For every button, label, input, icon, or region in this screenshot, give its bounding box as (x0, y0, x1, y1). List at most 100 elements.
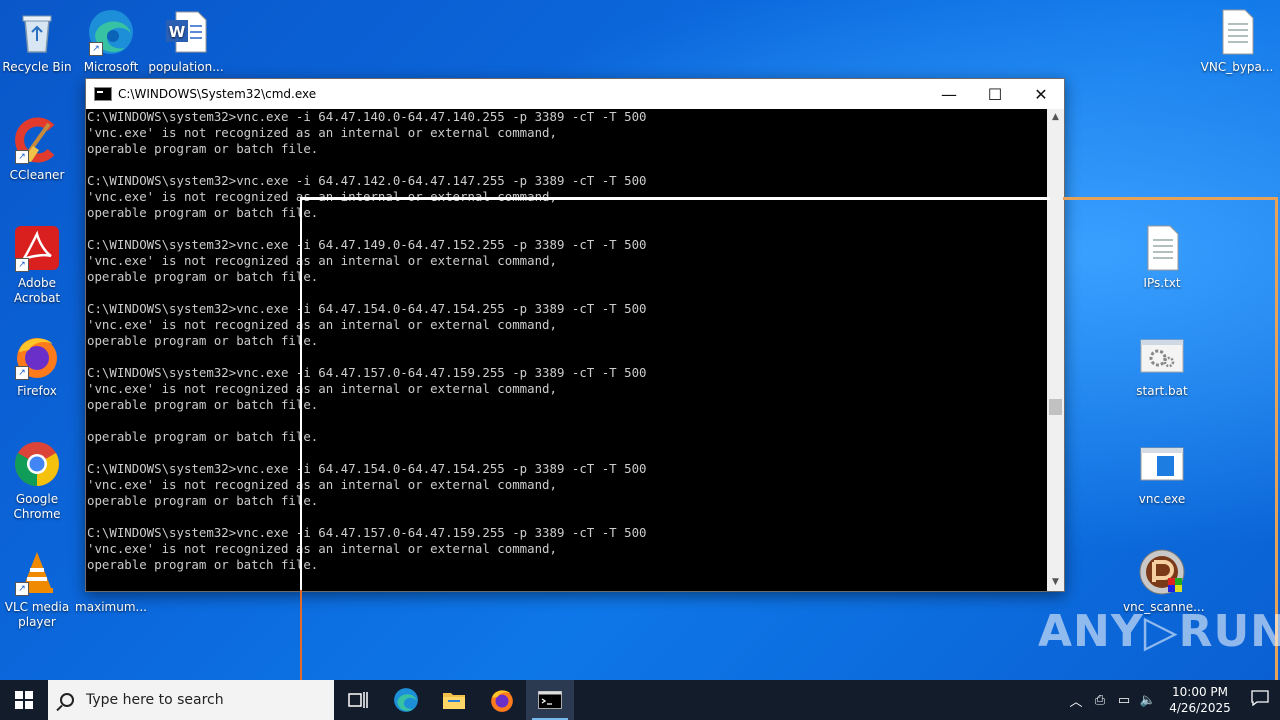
vertical-scrollbar[interactable]: ▲ ▼ (1047, 109, 1064, 591)
scanner-app-icon (1138, 548, 1186, 596)
overlay-orange-rect (300, 590, 302, 680)
desktop-icon-label: CCleaner (9, 168, 65, 182)
cmd-window[interactable]: C:\WINDOWS\System32\cmd.exe — ☐ ✕ C:\WIN… (85, 78, 1065, 592)
console-output[interactable]: C:\WINDOWS\system32>vnc.exe -i 64.47.140… (86, 109, 1048, 591)
window-title: C:\WINDOWS\System32\cmd.exe (118, 87, 317, 101)
start-button[interactable] (0, 680, 48, 720)
desktop-icon-vnc-bypass[interactable]: VNC_bypa... (1198, 8, 1276, 75)
scroll-thumb[interactable] (1049, 399, 1062, 415)
console-line: operable program or batch file. (87, 397, 319, 412)
cmd-app-icon (94, 87, 112, 101)
shortcut-arrow-icon: ↗ (15, 582, 29, 596)
exe-window-icon (1138, 440, 1186, 488)
ccleaner-icon: ↗ (13, 116, 61, 164)
windows-logo-icon (15, 691, 33, 709)
desktop-icon-vnc-exe[interactable]: vnc.exe (1123, 440, 1201, 507)
desktop-icon-edge[interactable]: ↗ Microsoft Edge (72, 8, 150, 75)
task-view-icon (348, 692, 368, 708)
desktop-icon-google-chrome[interactable]: Google Chrome (0, 440, 76, 522)
chevron-up-icon[interactable]: ︿ (1064, 691, 1088, 710)
taskbar-clock[interactable]: 10:00 PM 4/26/2025 (1160, 684, 1240, 716)
shortcut-arrow-icon: ↗ (15, 258, 29, 272)
word-doc-icon: W (162, 8, 210, 56)
console-line: 'vnc.exe' is not recognized as an intern… (87, 125, 557, 140)
scroll-down-arrow-icon[interactable]: ▼ (1047, 574, 1064, 591)
chrome-icon (13, 440, 61, 488)
desktop-icon-population-doc[interactable]: W population... (147, 8, 225, 75)
desktop-icon-label: Recycle Bin (2, 60, 72, 74)
taskbar-cmd[interactable] (526, 680, 574, 720)
firefox-icon: ↗ (13, 332, 61, 380)
text-file-icon (1213, 8, 1261, 56)
taskbar-file-explorer[interactable] (430, 680, 478, 720)
desktop-icon-vlc[interactable]: ↗ VLC media player (0, 548, 76, 630)
console-line: 'vnc.exe' is not recognized as an intern… (87, 477, 557, 492)
console-line: 'vnc.exe' is not recognized as an intern… (87, 253, 557, 268)
network-monitor-icon[interactable]: ▭ (1112, 693, 1136, 708)
console-line: C:\WINDOWS\system32>vnc.exe -i 64.47.142… (87, 173, 647, 188)
minimize-button[interactable]: — (926, 79, 972, 109)
network-icon[interactable]: ⎙ (1088, 693, 1112, 708)
desktop-icon-firefox[interactable]: ↗ Firefox (0, 332, 76, 399)
console-line: 'vnc.exe' is not recognized as an intern… (87, 317, 557, 332)
maximize-button[interactable]: ☐ (972, 79, 1018, 109)
console-line: C:\WINDOWS\system32>vnc.exe -i 64.47.154… (87, 461, 647, 476)
edge-icon: ↗ (87, 8, 135, 56)
console-line: 'vnc.exe' is not recognized as an intern… (87, 381, 557, 396)
clock-date: 4/26/2025 (1169, 701, 1231, 715)
desktop-icon-recycle-bin[interactable]: Recycle Bin (0, 8, 76, 75)
desktop-icon-ccleaner[interactable]: ↗ CCleaner (0, 116, 76, 183)
shortcut-arrow-icon: ↗ (15, 366, 29, 380)
volume-icon[interactable]: 🔈 (1136, 693, 1160, 708)
console-line: operable program or batch file. (87, 269, 319, 284)
task-view-button[interactable] (334, 680, 382, 720)
search-placeholder: Type here to search (86, 692, 224, 708)
desktop-icon-label: Microsoft Edge (83, 60, 139, 74)
scroll-up-arrow-icon[interactable]: ▲ (1047, 109, 1064, 126)
desktop-icon-label: start.bat (1136, 384, 1188, 398)
batch-file-icon (1138, 332, 1186, 380)
search-icon (60, 693, 74, 707)
console-line: 'vnc.exe' is not recognized as an intern… (87, 189, 557, 204)
notification-icon[interactable] (1240, 690, 1280, 710)
desktop-icon-ips-txt[interactable]: IPs.txt (1123, 224, 1201, 291)
desktop-icon-label: Adobe Acrobat (13, 276, 61, 305)
close-button[interactable]: ✕ (1018, 79, 1064, 109)
desktop-icon-label: population... (148, 60, 224, 74)
console-line: C:\WINDOWS\system32>vnc.exe -i 64.47.140… (87, 109, 647, 124)
desktop-icon-start-bat[interactable]: start.bat (1123, 332, 1201, 399)
cmd-icon (538, 691, 562, 709)
console-line: C:\WINDOWS\system32>vnc.exe -i 64.47.149… (87, 237, 647, 252)
recycle-bin-icon (13, 8, 61, 56)
window-title-bar[interactable]: C:\WINDOWS\System32\cmd.exe — ☐ ✕ (86, 79, 1064, 109)
desktop-icon-adobe-acrobat[interactable]: ↗ Adobe Acrobat (0, 224, 76, 306)
taskbar: Type here to search ︿ ⎙ ▭ 🔈 10:00 PM 4/2… (0, 680, 1280, 720)
console-line: C:\WINDOWS\system32>vnc.exe -i 64.47.157… (87, 365, 647, 380)
clock-time: 10:00 PM (1172, 685, 1228, 699)
svg-text:W: W (169, 23, 186, 41)
shortcut-arrow-icon: ↗ (15, 150, 29, 164)
console-line: C:\WINDOWS\system32>vnc.exe -i 64.47.154… (87, 301, 647, 316)
console-line: operable program or batch file. (87, 557, 319, 572)
taskbar-search-box[interactable]: Type here to search (48, 680, 334, 720)
desktop-icon-label: VLC media player (4, 600, 70, 629)
console-line: operable program or batch file. (87, 429, 319, 444)
system-tray: ︿ ⎙ ▭ 🔈 10:00 PM 4/26/2025 (1064, 680, 1280, 720)
vlc-icon: ↗ (13, 548, 61, 596)
overlay-orange-rect (1063, 197, 1277, 200)
desktop-icon-vnc-scanner[interactable]: vnc_scanne... (1123, 548, 1205, 615)
taskbar-firefox[interactable] (478, 680, 526, 720)
anyrun-watermark: ANY▷RUN (1038, 606, 1280, 657)
acrobat-icon: ↗ (13, 224, 61, 272)
desktop-icon-label: maximum... (75, 600, 147, 614)
desktop-icon-label: VNC_bypa... (1200, 60, 1274, 74)
console-line: operable program or batch file. (87, 141, 319, 156)
taskbar-edge[interactable] (382, 680, 430, 720)
edge-icon (394, 688, 418, 712)
